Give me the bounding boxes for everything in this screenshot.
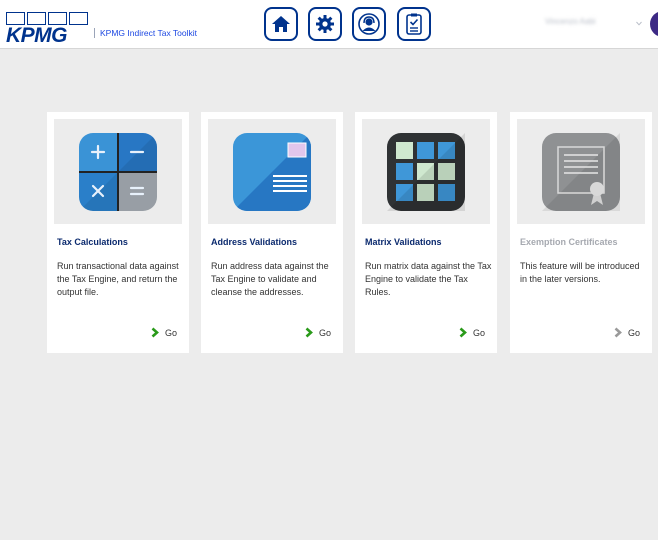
go-label: Go [318,327,331,338]
go-label: Go [164,327,177,338]
go-label: Go [472,327,485,338]
go-button[interactable]: Go [614,327,640,338]
gear-icon [316,15,334,33]
card-exemption-certificates: Exemption Certificates This feature will… [510,112,652,353]
settings-button[interactable] [308,7,342,41]
checklist-icon [406,13,422,35]
card-image [54,119,182,224]
chevron-right-icon [459,327,467,338]
top-bar: KPMG KPMG Indirect Tax Toolkit Vincenzo … [0,0,658,49]
card-description: Run address data against the Tax Engine … [211,261,329,297]
card-image [362,119,490,224]
go-label: Go [627,327,640,338]
go-button[interactable]: Go [459,327,485,338]
support-icon [358,13,380,35]
chevron-down-icon[interactable] [636,21,642,26]
card-title: Exemption Certificates [520,237,618,247]
matrix-grid-icon [387,132,465,211]
checklist-button[interactable] [397,7,431,41]
go-button[interactable]: Go [305,327,331,338]
address-card-icon [233,132,311,211]
card-title: Address Validations [211,237,298,247]
card-description: Run transactional data against the Tax E… [57,261,179,297]
card-title: Matrix Validations [365,237,442,247]
card-title: Tax Calculations [57,237,128,247]
avatar[interactable] [650,11,658,37]
certificate-icon [542,132,620,211]
calculator-icon [79,132,157,211]
card-description: This feature will be introduced in the l… [520,261,640,284]
user-name[interactable]: Vincenzo Aabi [545,17,640,27]
home-button[interactable] [264,7,298,41]
card-image [517,119,645,224]
chevron-right-icon [305,327,313,338]
home-icon [272,16,290,32]
chevron-right-icon [614,327,622,338]
app-title: KPMG Indirect Tax Toolkit [94,28,197,38]
card-image [208,119,336,224]
chevron-right-icon [151,327,159,338]
go-button[interactable]: Go [151,327,177,338]
card-tax-calculations: Tax Calculations Run transactional data … [47,112,189,353]
card-description: Run matrix data against the Tax Engine t… [365,261,492,297]
support-button[interactable] [352,7,386,41]
card-address-validations: Address Validations Run address data aga… [201,112,343,353]
card-matrix-validations: Matrix Validations Run matrix data again… [355,112,497,353]
